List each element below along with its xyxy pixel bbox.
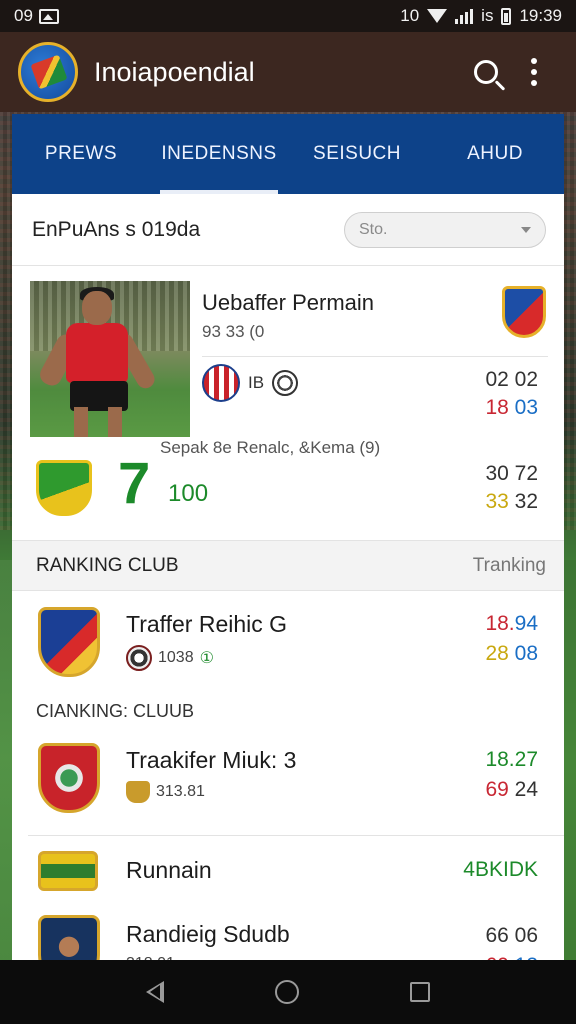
club-sub-extra: ① (199, 650, 214, 667)
featured-stat: IB (202, 364, 299, 402)
value: 94 (514, 612, 538, 635)
wifi-icon (427, 9, 448, 23)
value: 27 (514, 748, 538, 771)
club-sub: 313.81 (126, 781, 205, 803)
club-values: 18.94 28 08 (485, 609, 538, 669)
team-badge-icon (502, 286, 546, 338)
club-name: Traakifer Miuk: 3 (126, 747, 297, 773)
status-bar: 09 10 is 19:39 (0, 0, 576, 32)
list-item[interactable]: Traakifer Miuk: 3 313.81 18.27 69 24 (12, 729, 564, 839)
club-sub-text: 1038 (158, 649, 194, 666)
score-value: 30 (485, 462, 509, 485)
tab-prews[interactable]: PREWS (12, 114, 150, 194)
image-notification-icon (38, 8, 59, 24)
score-value: 33 (485, 490, 509, 513)
chevron-down-icon (521, 226, 531, 233)
divider (202, 356, 548, 357)
featured-match[interactable]: Uebaffer Permain 93 33 (0 IB 02 02 18 03… (12, 266, 564, 541)
filter-value: Sto. (359, 220, 388, 238)
club-crest-icon (38, 851, 98, 891)
search-icon (474, 60, 498, 84)
value: 18. (485, 612, 515, 635)
search-button[interactable] (462, 48, 510, 96)
section-title: RANKING CLUB (36, 554, 179, 576)
status-right-text: 10 (400, 6, 420, 25)
tab-seisuch[interactable]: SEISUCH (288, 114, 426, 194)
score-value: 18 (485, 396, 509, 419)
value: 66 (485, 924, 509, 947)
value: 08 (514, 642, 538, 665)
nav-recent-icon[interactable] (410, 982, 431, 1002)
signal-icon (455, 8, 474, 24)
value: 28 (485, 642, 509, 665)
club-sub: 1038 ① (126, 645, 214, 671)
club-mini-icon (126, 645, 152, 671)
football-icon (272, 370, 299, 396)
value: 4BKIDK (463, 858, 538, 881)
club-crest-icon (38, 607, 100, 677)
club-name: Traffer Reihic G (126, 611, 288, 637)
section-link[interactable]: Tranking (473, 555, 546, 577)
tab-inedensns[interactable]: INEDENSNS (150, 114, 288, 194)
battery-icon (501, 7, 512, 25)
status-left-text: 09 (14, 6, 33, 25)
tab-bar: PREWS INEDENSNS SEISUCH AHUD (12, 114, 564, 194)
list-item[interactable]: Traffer Reihic G 1038 ① 18.94 28 08 (12, 591, 564, 701)
system-nav-bar (0, 960, 576, 1024)
list-item[interactable]: Runnain 4BKIDK (12, 839, 564, 901)
app-bar: Inoiapoendial (0, 32, 576, 112)
score-value: 02 (485, 368, 509, 391)
club-shield-icon (36, 460, 92, 516)
status-right: 10 is 19:39 (400, 6, 562, 26)
card-header: EnPuAns s 019da Sto. (12, 194, 564, 266)
score-value: 72 (514, 462, 538, 485)
trophy-icon (126, 781, 150, 803)
subsection-label: CIANKING: CLUUB (36, 701, 195, 721)
featured-stat-label: IB (248, 373, 265, 392)
player-photo (30, 281, 190, 437)
tab-ahud[interactable]: AHUD (426, 114, 564, 194)
content-card: EnPuAns s 019da Sto. Uebaffer Permain 93… (12, 194, 564, 964)
app-logo-icon[interactable] (18, 42, 78, 102)
club-values: 4BKIDK (463, 855, 538, 885)
filter-dropdown[interactable]: Sto. (344, 211, 546, 248)
club-crest-icon (38, 743, 100, 813)
featured-caption: Sepak 8e Renalc, &Kema (9) (160, 438, 381, 457)
featured-scores-lower: 30 72 33 32 (485, 460, 538, 516)
featured-player-sub: 93 33 (0 (202, 322, 265, 341)
featured-big-number: 7 (118, 451, 151, 516)
nav-home-icon[interactable] (274, 980, 299, 1004)
overflow-menu-button[interactable] (510, 48, 558, 96)
club-name: Randieig Sdudb (126, 921, 290, 947)
featured-scores-top: 02 02 18 03 (485, 366, 538, 422)
score-value: 03 (514, 396, 538, 419)
subsection: CIANKING: CLUUB (12, 701, 564, 729)
ranking-section-header: RANKING CLUB Tranking (12, 541, 564, 591)
card-title: EnPuAns s 019da (32, 217, 201, 241)
signal-text: is (481, 6, 494, 25)
value: 06 (514, 924, 538, 947)
featured-big-number-sub: 100 (168, 480, 209, 507)
status-left: 09 (14, 6, 59, 26)
status-time: 19:39 (519, 6, 562, 25)
list-item[interactable]: Randieig Sdudb 318.01 66 06 60 13 (12, 901, 564, 964)
value: 24 (514, 778, 538, 801)
player-avatar-icon (38, 915, 100, 964)
featured-player-name: Uebaffer Permain (202, 290, 375, 315)
club-values: 18.27 69 24 (485, 745, 538, 805)
value: 18. (485, 748, 515, 771)
club-name: Runnain (126, 857, 212, 883)
divider (28, 835, 564, 836)
score-value: 32 (514, 490, 538, 513)
more-vert-icon (531, 58, 537, 86)
club-values: 66 06 60 13 (485, 921, 538, 964)
club-sub-text: 313.81 (156, 783, 205, 800)
value: 69 (485, 778, 509, 801)
score-value: 02 (514, 368, 538, 391)
club-crest-icon (202, 364, 240, 402)
nav-back-icon[interactable] (145, 981, 164, 1003)
app-title: Inoiapoendial (94, 56, 255, 87)
